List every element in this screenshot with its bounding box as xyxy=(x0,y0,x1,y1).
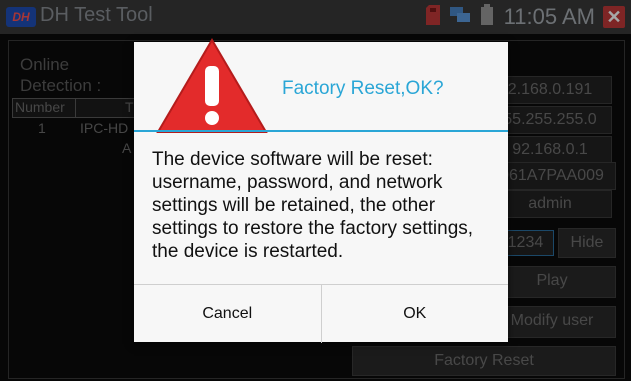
dialog-button-bar: Cancel OK xyxy=(134,284,508,343)
dialog-divider xyxy=(134,130,508,132)
dialog-title: Factory Reset,OK? xyxy=(282,78,444,99)
warning-icon xyxy=(156,38,268,133)
ok-button[interactable]: OK xyxy=(320,285,509,343)
factory-reset-dialog: Factory Reset,OK? The device software wi… xyxy=(134,38,508,343)
dialog-message: The device software will be reset: usern… xyxy=(152,149,474,262)
cancel-button[interactable]: Cancel xyxy=(134,285,321,343)
